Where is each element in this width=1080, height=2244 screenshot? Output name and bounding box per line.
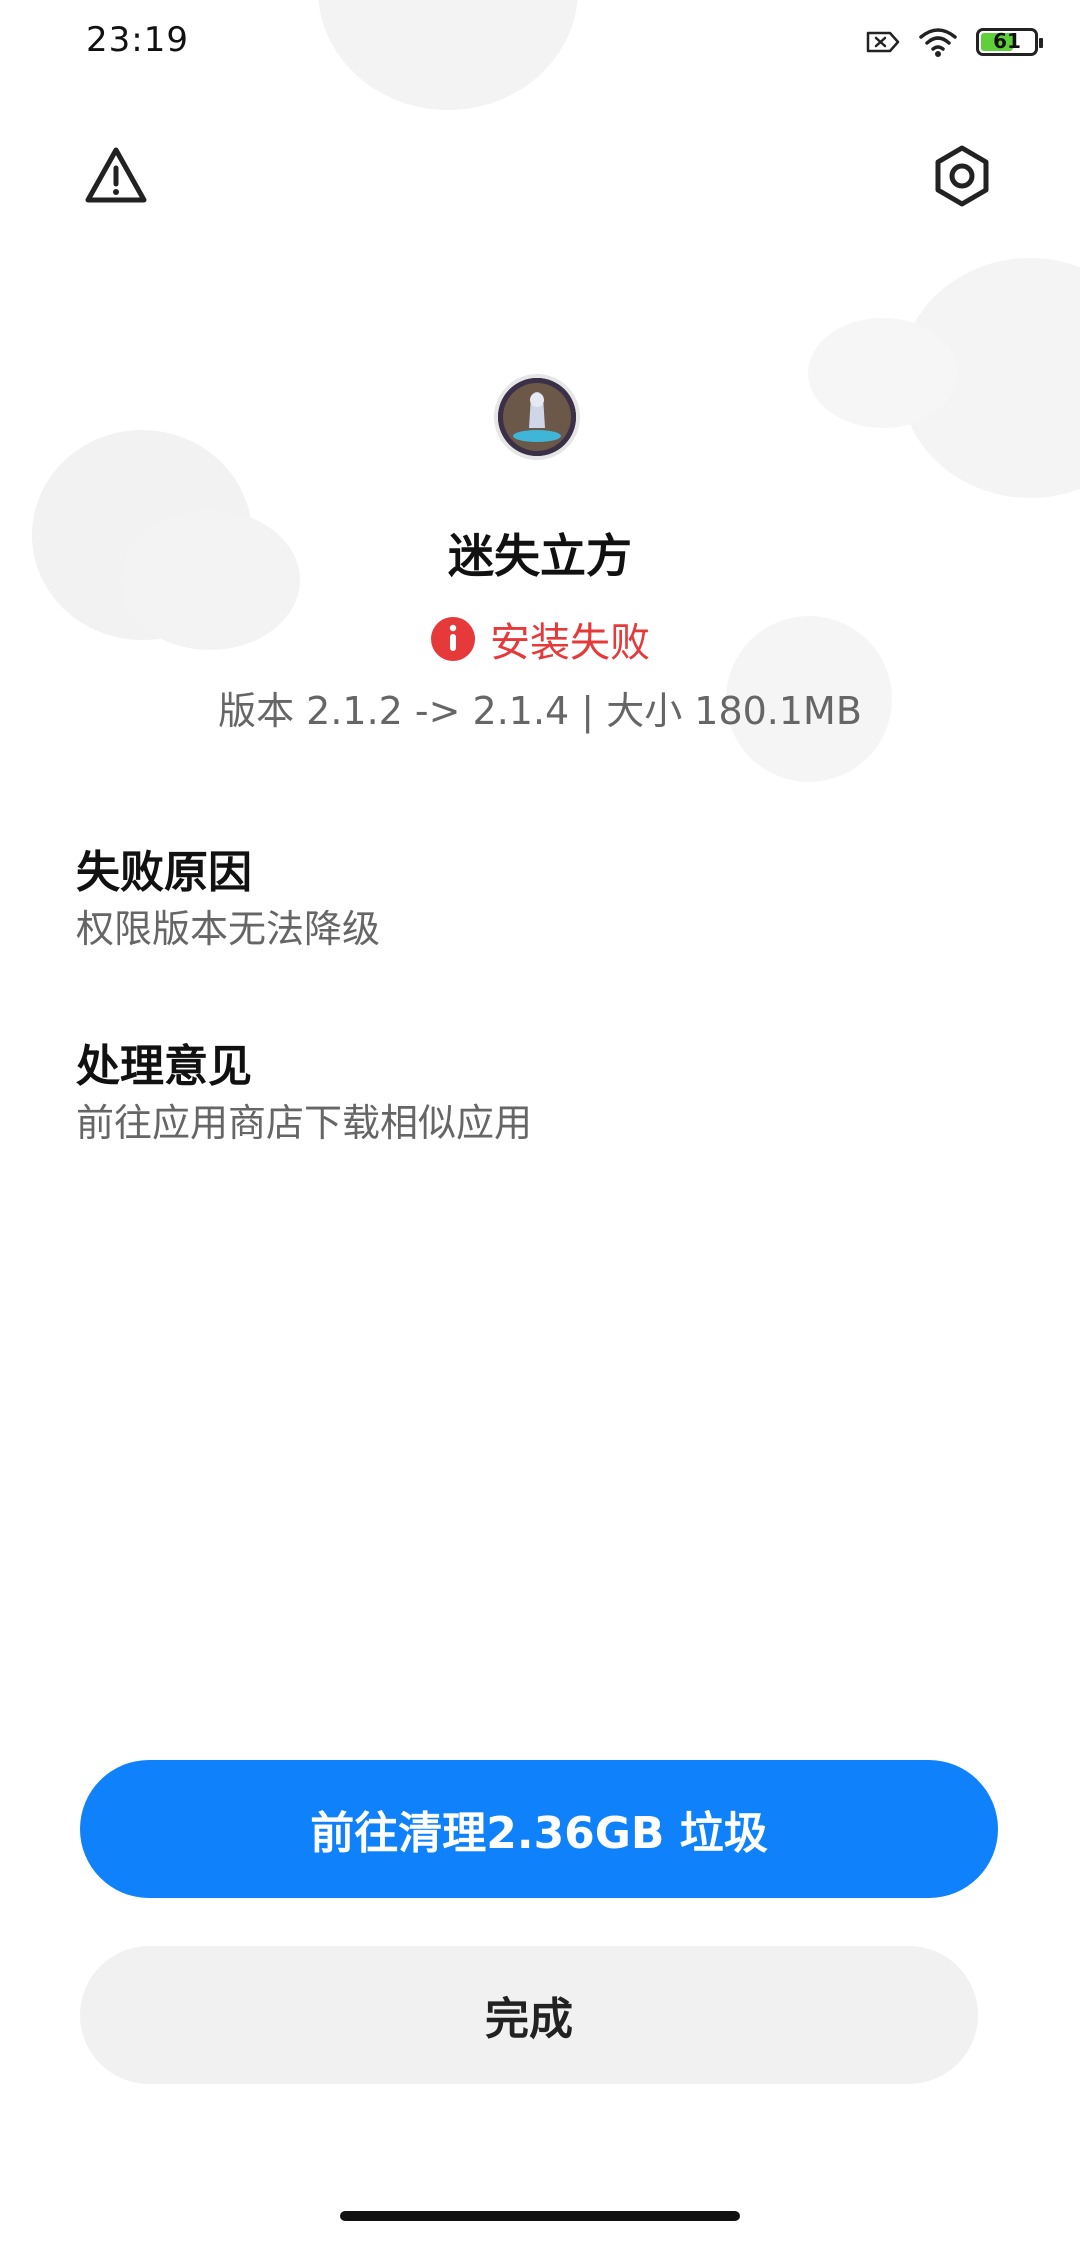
install-result-screen: 23:19 61 迷失立方 安装失败 版本 2.1.2 -> 2.1.4 | 大… — [0, 0, 1080, 2244]
app-icon-art — [498, 378, 576, 456]
clean-junk-button[interactable]: 前往清理2.36GB 垃圾 — [80, 1760, 998, 1898]
app-icon — [494, 374, 580, 460]
battery-icon: 61 — [976, 28, 1043, 56]
app-name: 迷失立方 — [448, 529, 632, 583]
suggestion-title: 处理意见 — [76, 1041, 252, 1092]
background-cloud — [808, 318, 958, 428]
battery-tip — [1039, 38, 1043, 48]
done-button[interactable]: 完成 — [80, 1946, 978, 2084]
suggestion-text: 前往应用商店下载相似应用 — [76, 1101, 533, 1145]
failure-reason-text: 权限版本无法降级 — [76, 907, 381, 951]
settings-icon[interactable] — [926, 140, 998, 212]
sim-error-icon — [866, 31, 900, 53]
error-info-icon — [431, 617, 475, 661]
background-cloud — [318, 0, 578, 110]
failure-reason-title: 失败原因 — [76, 847, 252, 898]
install-status-text: 安装失败 — [490, 620, 650, 666]
status-time: 23:19 — [86, 20, 189, 60]
install-status: 安装失败 — [0, 610, 1080, 668]
wifi-icon — [919, 28, 957, 57]
battery-label: 61 — [993, 29, 1021, 53]
version-size-info: 版本 2.1.2 -> 2.1.4 | 大小 180.1MB — [218, 689, 862, 733]
home-indicator[interactable] — [340, 2211, 740, 2221]
status-icons: 61 — [866, 26, 1043, 58]
warning-icon[interactable] — [80, 140, 152, 212]
